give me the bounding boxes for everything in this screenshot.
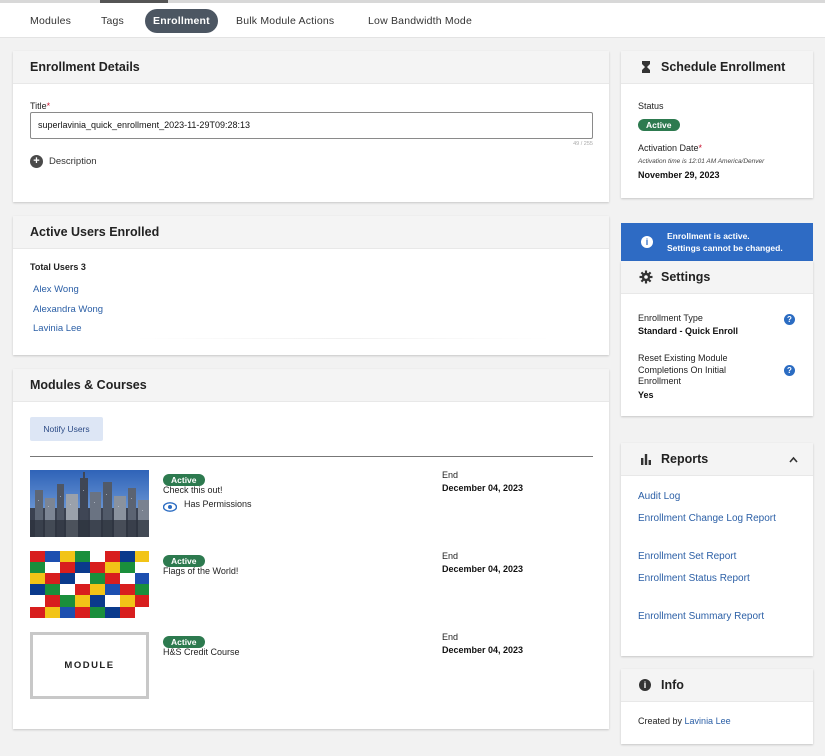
enrollment-details-card: Enrollment Details Title* superlavinia_q… [13, 51, 609, 202]
course-title[interactable]: Check this out! [163, 485, 223, 495]
title-label: Title* [30, 101, 51, 111]
enrollment-active-banner: i Enrollment is active. Settings cannot … [621, 223, 813, 261]
module-thumbnail-city[interactable] [30, 470, 149, 537]
status-label: Status [638, 101, 664, 111]
user-link[interactable]: Lavinia Lee [33, 323, 82, 334]
user-link[interactable]: Alex Wong [33, 284, 79, 295]
info-card: i Info Created by Lavinia Lee [621, 669, 813, 744]
end-label: End [442, 551, 459, 561]
report-link-enrollment-status[interactable]: Enrollment Status Report [638, 571, 788, 586]
enrollment-type-label: Enrollment Type [638, 313, 703, 323]
eye-icon [162, 499, 178, 512]
tab-enrollment[interactable]: Enrollment [145, 9, 218, 33]
end-date: December 04, 2023 [442, 483, 524, 493]
activation-date-value: November 29, 2023 [638, 170, 720, 180]
hourglass-icon [642, 61, 650, 73]
tab-modules[interactable]: Modules [22, 9, 79, 33]
info-icon: i [641, 236, 653, 248]
title-char-counter: 49 / 255 [573, 141, 593, 147]
end-label: End [442, 632, 459, 642]
created-by: Created by Lavinia Lee [638, 716, 731, 726]
settings-heading: Settings [621, 261, 813, 294]
report-link-enrollment-summary[interactable]: Enrollment Summary Report [638, 609, 788, 624]
activation-date-label: Activation Date* [638, 143, 703, 153]
module-thumbnail-flags[interactable] [30, 551, 149, 618]
tab-low-bandwidth-mode[interactable]: Low Bandwidth Mode [360, 9, 480, 33]
settings-card: Settings Enrollment Type Standard - Quic… [621, 261, 813, 416]
schedule-enrollment-card: Schedule Enrollment Status Active Activa… [621, 51, 813, 198]
tab-bulk-module-actions[interactable]: Bulk Module Actions [228, 9, 342, 33]
user-link[interactable]: Alexandra Wong [33, 304, 103, 315]
modules-courses-card: Modules & Courses Notify Users Active Ch… [13, 369, 609, 729]
report-link-enrollment-change-log[interactable]: Enrollment Change Log Report [638, 511, 788, 526]
info-icon: i [639, 679, 651, 691]
status-badge: Active [638, 115, 680, 133]
has-permissions-label: Has Permissions [184, 499, 252, 509]
modules-courses-heading: Modules & Courses [13, 369, 609, 402]
reset-completions-label: Reset Existing Module Completions On Ini… [638, 353, 728, 386]
notify-users-button[interactable]: Notify Users [30, 417, 103, 441]
title-input[interactable]: superlavinia_quick_enrollment_2023-11-29… [30, 112, 593, 139]
info-heading: i Info [621, 669, 813, 702]
end-date: December 04, 2023 [442, 645, 524, 655]
enrollment-type-value: Standard - Quick Enroll [638, 326, 739, 336]
module-thumbnail-placeholder[interactable]: MODULE [30, 632, 149, 699]
divider [30, 456, 593, 457]
add-description-icon[interactable]: + [30, 155, 43, 168]
gear-icon [639, 270, 653, 284]
report-link-audit-log[interactable]: Audit Log [638, 489, 788, 504]
help-icon[interactable]: ? [784, 314, 795, 325]
add-description-button[interactable]: Description [49, 156, 97, 167]
report-link-enrollment-set[interactable]: Enrollment Set Report [638, 549, 788, 564]
banner-text: Enrollment is active. Settings cannot be… [667, 231, 783, 253]
total-users-label: Total Users 3 [30, 262, 86, 272]
schedule-enrollment-heading: Schedule Enrollment [621, 51, 813, 84]
top-nav: Modules Tags Enrollment Bulk Module Acti… [0, 3, 825, 38]
active-users-card: Active Users Enrolled Total Users 3 Alex… [13, 216, 609, 355]
chevron-up-icon[interactable] [789, 456, 798, 463]
bar-chart-icon [641, 454, 651, 465]
course-title[interactable]: H&S Credit Course [163, 647, 240, 657]
reports-card: Reports Audit Log Enrollment Change Log … [621, 443, 813, 656]
created-by-user-link[interactable]: Lavinia Lee [685, 716, 731, 726]
help-icon[interactable]: ? [784, 365, 795, 376]
tab-tags[interactable]: Tags [93, 9, 132, 33]
reports-heading[interactable]: Reports [621, 443, 813, 476]
end-date: December 04, 2023 [442, 564, 524, 574]
activation-note: Activation time is 12:01 AM America/Denv… [638, 158, 765, 165]
list-fade [133, 338, 553, 339]
end-label: End [442, 470, 459, 480]
course-title[interactable]: Flags of the World! [163, 566, 238, 576]
enrollment-details-heading: Enrollment Details [13, 51, 609, 84]
active-users-heading: Active Users Enrolled [13, 216, 609, 249]
reset-completions-value: Yes [638, 390, 654, 400]
